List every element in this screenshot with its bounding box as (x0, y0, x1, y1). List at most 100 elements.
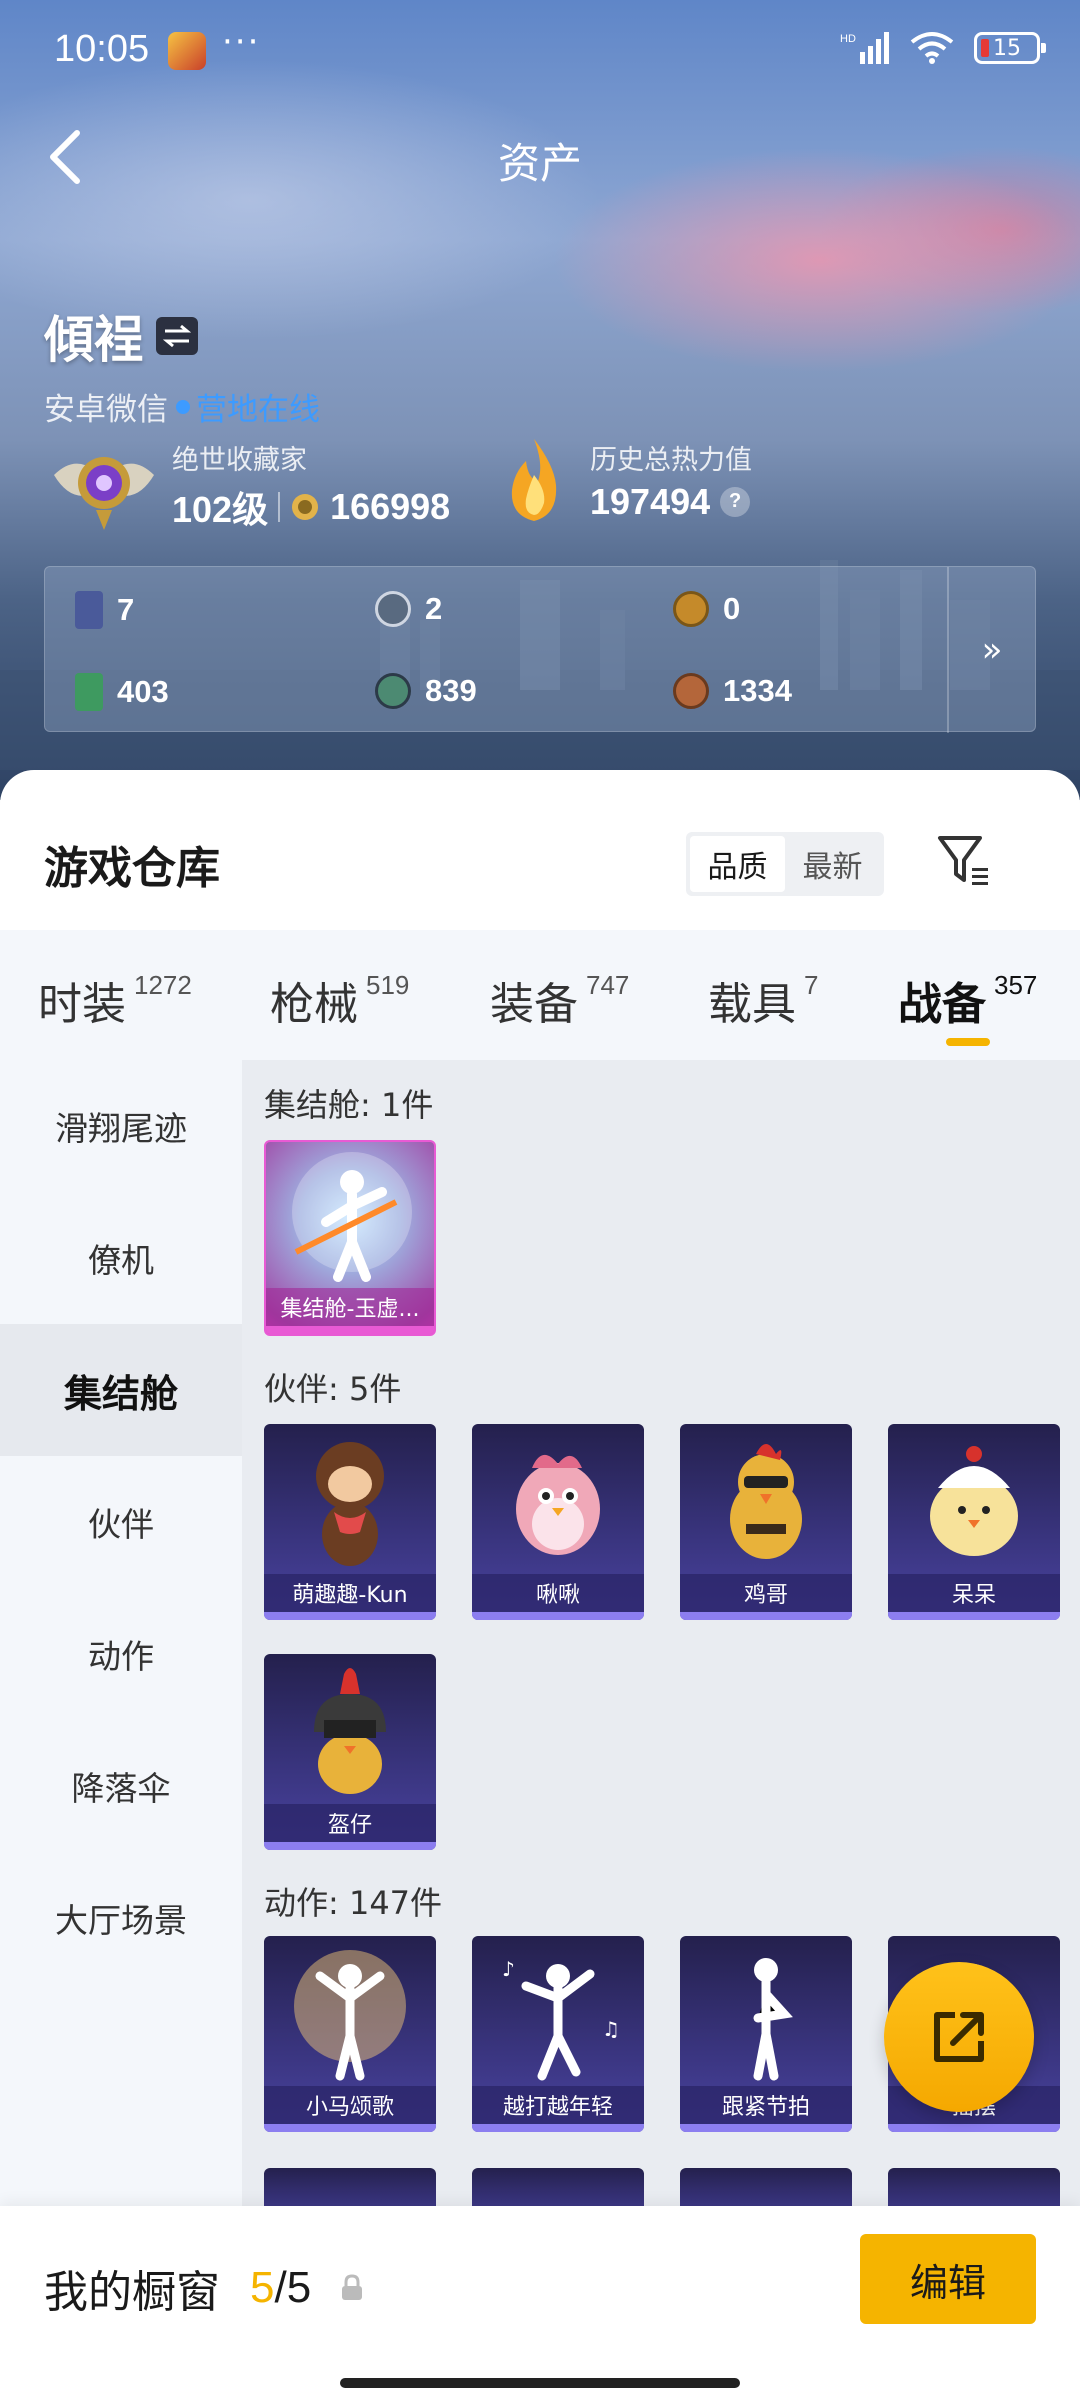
section-label: 动作: 147件 (264, 1884, 443, 1922)
card-rarity-bar (888, 1612, 1060, 1620)
home-indicator[interactable] (340, 2378, 740, 2388)
currency-value: 2 (425, 591, 443, 626)
tab-count: 1272 (134, 970, 192, 1000)
card-icon (75, 591, 103, 629)
player-level: 102级 (172, 488, 269, 530)
svg-text:♫: ♫ (602, 2017, 620, 2041)
sidebar-item-action[interactable]: 动作 (0, 1588, 242, 1720)
pod-item-image (292, 1152, 412, 1282)
tab-label: 载具 (708, 979, 796, 1030)
gold-token-icon (673, 591, 709, 627)
item-card[interactable]: 鸡哥 (680, 1424, 852, 1620)
sort-quality-button[interactable]: 品质 (690, 836, 785, 892)
section-label: 集结舱: 1件 (264, 1086, 434, 1124)
notification-app-icon (168, 32, 206, 70)
sort-newest-button[interactable]: 最新 (785, 836, 880, 892)
help-icon[interactable]: ? (720, 486, 751, 517)
showcase-separator: / (274, 2263, 287, 2312)
item-card[interactable]: 小马颂歌 (264, 1936, 436, 2132)
card-rarity-bar (472, 2124, 644, 2132)
card-rarity-bar (888, 2124, 1060, 2132)
filter-button[interactable] (934, 830, 994, 890)
item-card[interactable]: ♪ ♫ 越打越年轻 (472, 1936, 644, 2132)
sidebar-item-wingman[interactable]: 僚机 (0, 1192, 242, 1324)
currency-value: 0 (723, 591, 741, 626)
lock-icon (342, 2274, 363, 2300)
showcase-label: 我的橱窗 (44, 2267, 220, 2318)
tab-guns[interactable]: 枪械 519 (270, 968, 409, 1032)
card-rarity-bar (266, 1326, 434, 1334)
card-rarity-bar (472, 1612, 644, 1620)
sidebar-item-lobby-scene[interactable]: 大厅场景 (0, 1852, 242, 1984)
helmet-chick-partner-image (314, 1668, 386, 1794)
currency-value: 1334 (723, 673, 792, 708)
tab-fashion[interactable]: 时装 1272 (38, 968, 192, 1032)
collector-badge-icon (54, 457, 154, 530)
coin-icon (292, 493, 319, 520)
item-name: 啾啾 (472, 1574, 644, 1612)
tab-combat-gear[interactable]: 战备 357 (898, 968, 1037, 1032)
tab-vehicles[interactable]: 载具 7 (708, 968, 818, 1032)
item-card[interactable]: 啾啾 (472, 1424, 644, 1620)
heat-label: 历史总热力值 (590, 444, 752, 476)
rooster-partner-image (730, 1444, 802, 1559)
platform-label: 安卓微信 (44, 392, 168, 428)
battery-icon: 15 (974, 32, 1046, 64)
status-bar: 10:05 ··· HD 15 (0, 0, 1080, 100)
monkey-partner-image (316, 1442, 384, 1566)
currency-value: 839 (425, 673, 477, 708)
item-card[interactable]: 盔仔 (264, 1654, 436, 1850)
online-dot-icon (176, 399, 190, 414)
sort-toggle: 品质 最新 (686, 832, 884, 896)
share-icon (934, 2012, 984, 2062)
showcase-current: 5 (250, 2263, 275, 2312)
player-name: 傾裎 (44, 311, 144, 369)
card-rarity-bar (680, 1612, 852, 1620)
tab-count: 7 (804, 970, 819, 1000)
edit-button[interactable]: 编辑 (860, 2234, 1036, 2324)
svg-text:♪: ♪ (502, 1957, 515, 1981)
tab-count: 357 (994, 970, 1038, 1000)
currency-value: 403 (117, 674, 169, 709)
item-card[interactable]: 集结舱-玉虚... (264, 1140, 436, 1336)
item-card[interactable]: 跟紧节拍 (680, 1936, 852, 2132)
warehouse-sheet: 游戏仓库 品质 最新 时装 1272 枪械 519 装备 747 载具 7 战备… (0, 770, 1080, 2400)
sidebar-item-assembly-pod[interactable]: 集结舱 (0, 1324, 242, 1456)
battery-level: 15 (993, 35, 1021, 61)
item-grid: 集结舱: 1件 集结舱-玉虚... 伙伴: 5件 萌趣趣-Kun 啾啾 鸡哥 呆… (242, 1060, 1080, 2400)
active-tab-indicator (946, 1038, 990, 1046)
coin-count: 166998 (330, 485, 451, 527)
tab-label: 战备 (898, 979, 986, 1030)
item-card[interactable]: 萌趣趣-Kun (264, 1424, 436, 1620)
item-name: 鸡哥 (680, 1574, 852, 1612)
currency-item: 403 (75, 673, 169, 711)
tab-label: 时装 (38, 979, 126, 1030)
item-card[interactable]: 呆呆 (888, 1424, 1060, 1620)
share-button[interactable] (884, 1962, 1034, 2112)
signal-icon: HD (840, 32, 889, 64)
tab-count: 519 (366, 970, 410, 1000)
card-rarity-bar (264, 1612, 436, 1620)
heat-value: 197494 (590, 480, 711, 522)
flame-icon (511, 439, 557, 521)
wifi-icon (910, 32, 954, 64)
warehouse-title: 游戏仓库 (44, 843, 220, 894)
item-name: 小马颂歌 (264, 2086, 436, 2124)
currency-item: 2 (375, 591, 442, 627)
currency-panel[interactable]: 7 2 0 403 839 1334 » (44, 566, 1036, 733)
subcategory-sidebar: 滑翔尾迹 僚机 集结舱 伙伴 动作 降落伞 大厅场景 (0, 1060, 242, 2400)
sidebar-item-glide-trail[interactable]: 滑翔尾迹 (0, 1060, 242, 1192)
sidebar-item-parachute[interactable]: 降落伞 (0, 1720, 242, 1852)
currency-expand-button[interactable]: » (947, 567, 1035, 733)
token-icon (375, 591, 411, 627)
switch-account-icon[interactable] (156, 317, 198, 355)
dance-pose-image (294, 1950, 406, 2081)
stats-row: 绝世收藏家 102级 166998 历史总热力值 197494 ? (44, 435, 1044, 545)
gem-icon (375, 673, 411, 709)
sidebar-item-partner[interactable]: 伙伴 (0, 1456, 242, 1588)
chick-partner-image (930, 1446, 1018, 1556)
rank-label: 绝世收藏家 (172, 444, 307, 476)
tab-equipment[interactable]: 装备 747 (490, 968, 629, 1032)
svg-text:HD: HD (840, 33, 856, 45)
item-name: 越打越年轻 (472, 2086, 644, 2124)
